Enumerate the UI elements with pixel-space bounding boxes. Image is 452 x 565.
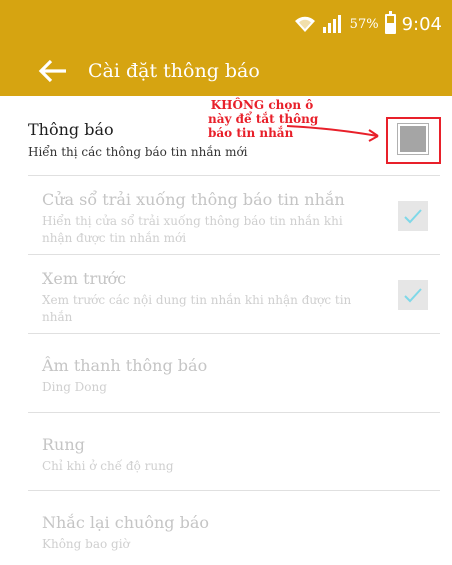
setting-row-popup[interactable]: Cửa sổ trải xuống thông báo tin nhắn Hiể…: [0, 176, 452, 255]
back-arrow-icon[interactable]: [38, 58, 68, 84]
setting-summary: Ding Dong: [42, 380, 107, 394]
setting-title: Âm thanh thông báo: [42, 356, 208, 375]
battery-icon: [384, 11, 396, 34]
setting-summary: Xem trước các nội dung tin nhắn khi nhận…: [42, 293, 352, 324]
setting-row-vibrate[interactable]: Rung Chỉ khi ở chế độ rung: [0, 413, 452, 491]
setting-row-repeat[interactable]: Nhắc lại chuông báo Không bao giờ: [0, 491, 452, 565]
setting-title: Thông báo: [28, 120, 114, 139]
status-bar: 57% 9:04: [0, 0, 452, 46]
annotation-line: này để tắt thông: [208, 112, 319, 126]
popup-checkbox[interactable]: [398, 201, 428, 231]
setting-title: Cửa sổ trải xuống thông báo tin nhắn: [42, 190, 345, 209]
battery-percent: 57%: [349, 16, 379, 32]
setting-summary: Hiển thị các thông báo tin nhắn mới: [28, 145, 248, 159]
battery-level-fill: [386, 22, 394, 32]
annotation-note: KHÔNG chọn ô này để tắt thông báo tin nh…: [208, 98, 348, 140]
page-title: Cài đặt thông báo: [88, 60, 260, 82]
setting-title: Rung: [42, 435, 85, 454]
wifi-icon: [294, 15, 316, 33]
signal-icon: [322, 14, 344, 34]
setting-title: Xem trước: [42, 269, 127, 288]
status-icons: 57% 9:04: [294, 11, 442, 36]
clock: 9:04: [401, 13, 442, 35]
setting-row-sound[interactable]: Âm thanh thông báo Ding Dong: [0, 334, 452, 413]
setting-summary: Hiển thị cửa sổ trải xuống thông báo tin…: [42, 214, 343, 245]
annotation-line: KHÔNG chọn ô: [210, 98, 314, 112]
annotation-highlight-box: [386, 117, 441, 164]
setting-summary: Không bao giờ: [42, 537, 130, 551]
annotation-line: báo tin nhắn: [208, 126, 294, 140]
setting-summary: Chỉ khi ở chế độ rung: [42, 459, 174, 473]
setting-title: Nhắc lại chuông báo: [42, 513, 209, 532]
preview-checkbox[interactable]: [398, 280, 428, 310]
setting-row-preview[interactable]: Xem trước Xem trước các nội dung tin nhắ…: [0, 255, 452, 334]
